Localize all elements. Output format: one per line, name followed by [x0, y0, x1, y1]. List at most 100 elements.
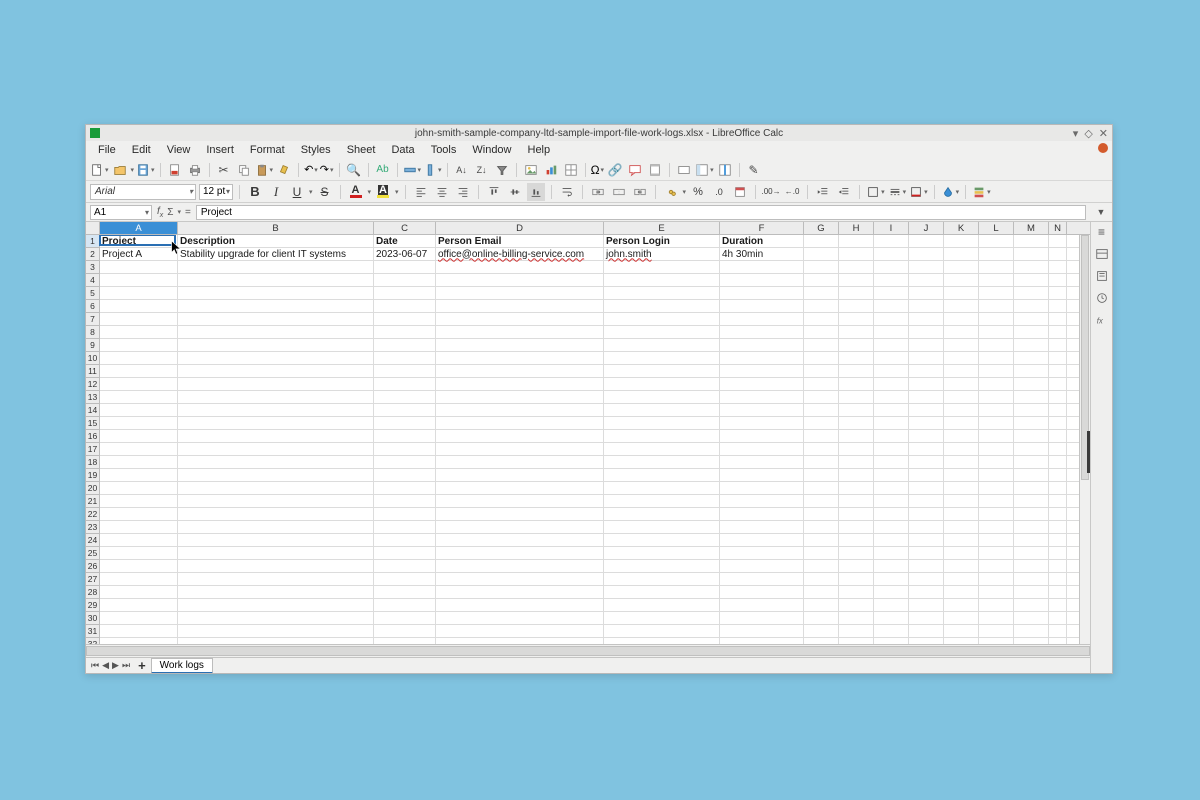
cell[interactable] [804, 560, 839, 572]
column-button[interactable]: ▾ [423, 161, 442, 179]
cell[interactable] [1049, 404, 1067, 416]
cell[interactable] [100, 404, 178, 416]
cell[interactable] [720, 313, 804, 325]
minimize-button[interactable]: ▾ [1073, 127, 1079, 140]
cell[interactable] [1014, 443, 1049, 455]
cell[interactable] [804, 352, 839, 364]
cell[interactable] [604, 261, 720, 273]
underline-button[interactable]: U [288, 183, 306, 201]
gallery-icon[interactable] [1094, 290, 1110, 306]
cell[interactable] [804, 300, 839, 312]
row-header-21[interactable]: 21 [86, 495, 99, 508]
cell[interactable] [720, 300, 804, 312]
menu-window[interactable]: Window [464, 143, 519, 157]
print-button[interactable] [186, 161, 204, 179]
cell[interactable] [1014, 326, 1049, 338]
cell[interactable] [720, 261, 804, 273]
cell[interactable] [1049, 573, 1067, 585]
cell[interactable] [604, 469, 720, 481]
cell[interactable] [1014, 287, 1049, 299]
cell[interactable] [436, 482, 604, 494]
cell[interactable] [1014, 482, 1049, 494]
cell[interactable] [839, 482, 874, 494]
cell[interactable] [979, 352, 1014, 364]
cell[interactable] [839, 261, 874, 273]
sort-desc-button[interactable]: Z↓ [473, 161, 491, 179]
cell[interactable] [1014, 261, 1049, 273]
cell[interactable] [804, 313, 839, 325]
align-bottom-button[interactable] [527, 183, 545, 201]
cell[interactable] [604, 612, 720, 624]
cell[interactable] [436, 534, 604, 546]
cell[interactable] [604, 521, 720, 533]
cell[interactable] [944, 248, 979, 260]
cell[interactable] [100, 287, 178, 299]
cell[interactable] [436, 443, 604, 455]
cell[interactable] [839, 300, 874, 312]
conditional-format-button[interactable]: ▾ [972, 183, 991, 201]
cell[interactable] [178, 456, 374, 468]
cell[interactable] [374, 417, 436, 429]
cell[interactable] [944, 482, 979, 494]
name-box[interactable]: A1▾ [90, 205, 152, 220]
row-header-23[interactable]: 23 [86, 521, 99, 534]
cell[interactable] [374, 456, 436, 468]
row-header-3[interactable]: 3 [86, 261, 99, 274]
cell[interactable] [1049, 365, 1067, 377]
row-header-26[interactable]: 26 [86, 560, 99, 573]
row-header-14[interactable]: 14 [86, 404, 99, 417]
cell[interactable] [100, 300, 178, 312]
cell[interactable] [804, 430, 839, 442]
column-header-H[interactable]: H [839, 222, 874, 234]
cell[interactable] [436, 469, 604, 481]
cell[interactable] [178, 339, 374, 351]
row-header-5[interactable]: 5 [86, 287, 99, 300]
header-footer-button[interactable] [646, 161, 664, 179]
cell[interactable] [436, 391, 604, 403]
cell[interactable] [1049, 391, 1067, 403]
cell[interactable] [604, 443, 720, 455]
cell[interactable] [909, 560, 944, 572]
cell[interactable] [374, 326, 436, 338]
cell[interactable] [1014, 534, 1049, 546]
add-sheet-button[interactable]: + [133, 658, 151, 673]
row-header-8[interactable]: 8 [86, 326, 99, 339]
cell[interactable] [804, 391, 839, 403]
cell[interactable] [178, 391, 374, 403]
cell[interactable] [909, 443, 944, 455]
menu-tools[interactable]: Tools [423, 143, 465, 157]
cell[interactable]: Stability upgrade for client IT systems [178, 248, 374, 260]
cell[interactable] [909, 482, 944, 494]
cell[interactable] [944, 599, 979, 611]
cell[interactable] [100, 443, 178, 455]
close-button[interactable]: ✕ [1099, 127, 1108, 140]
cell[interactable] [839, 248, 874, 260]
cell[interactable] [100, 391, 178, 403]
cell[interactable] [909, 430, 944, 442]
tab-nav[interactable]: ⏮◀▶⏭ [88, 660, 133, 671]
cell[interactable] [839, 404, 874, 416]
function-wizard-icon[interactable]: fx [157, 206, 163, 219]
navigator-icon[interactable]: fx [1094, 312, 1110, 328]
cell[interactable] [178, 586, 374, 598]
cell[interactable] [839, 274, 874, 286]
cell[interactable] [804, 443, 839, 455]
cell[interactable] [436, 456, 604, 468]
cell[interactable] [720, 625, 804, 637]
column-header-E[interactable]: E [604, 222, 720, 234]
cell[interactable] [979, 573, 1014, 585]
cell[interactable] [944, 365, 979, 377]
row-header-18[interactable]: 18 [86, 456, 99, 469]
cell[interactable] [944, 469, 979, 481]
cell[interactable] [1049, 547, 1067, 559]
cell[interactable] [374, 430, 436, 442]
cell[interactable] [1014, 508, 1049, 520]
cell[interactable] [979, 521, 1014, 533]
cell[interactable] [874, 300, 909, 312]
cell[interactable] [100, 586, 178, 598]
cell[interactable] [1014, 456, 1049, 468]
cell[interactable] [979, 508, 1014, 520]
cell[interactable] [1049, 274, 1067, 286]
cell[interactable] [720, 378, 804, 390]
cell[interactable] [436, 625, 604, 637]
